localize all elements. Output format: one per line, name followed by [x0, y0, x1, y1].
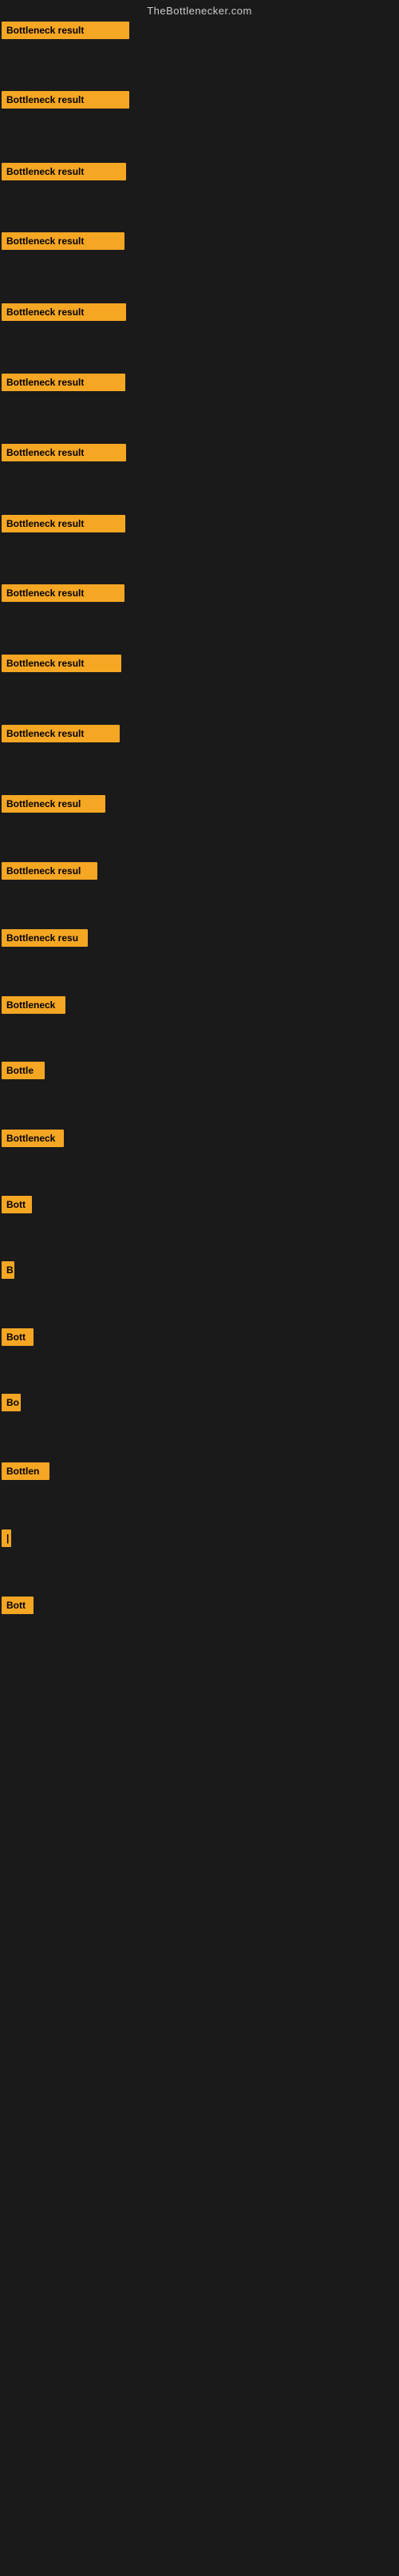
bottleneck-bar: B — [2, 1261, 14, 1279]
bottleneck-bar-row: Bottleneck result — [2, 22, 129, 43]
bottleneck-bar: Bottleneck result — [2, 91, 129, 109]
bottleneck-bar: Bottleneck result — [2, 22, 129, 39]
bottleneck-bar: Bottleneck result — [2, 444, 126, 461]
bottleneck-bar-row: Bottleneck result — [2, 444, 126, 465]
bottleneck-bar-row: Bottleneck result — [2, 232, 124, 254]
bottleneck-bar-row: Bottleneck result — [2, 163, 126, 184]
bottleneck-bar-row: Bottleneck — [2, 996, 65, 1018]
bars-container: Bottleneck result Bottleneck result Bottle… — [0, 22, 399, 2576]
bottleneck-bar: Bott — [2, 1328, 34, 1346]
bottleneck-bar: Bottleneck result — [2, 584, 124, 602]
bottleneck-bar: Bottle — [2, 1062, 45, 1079]
bottleneck-bar-row: Bott — [2, 1597, 34, 1618]
bottleneck-bar-row: Bottleneck — [2, 1130, 64, 1151]
bottleneck-bar-row: Bottleneck result — [2, 303, 126, 325]
bottleneck-bar-row: Bo — [2, 1394, 21, 1415]
bottleneck-bar: Bottleneck result — [2, 725, 120, 742]
bottleneck-bar: Bott — [2, 1597, 34, 1614]
bottleneck-bar: Bottleneck result — [2, 515, 125, 532]
bottleneck-bar: | — [2, 1529, 11, 1547]
bottleneck-bar: Bottleneck result — [2, 374, 125, 391]
bottleneck-bar-row: Bottleneck result — [2, 374, 125, 395]
bottleneck-bar-row: Bott — [2, 1196, 32, 1217]
bottleneck-bar-row: Bottleneck resu — [2, 929, 88, 951]
bottleneck-bar-row: Bottleneck result — [2, 515, 125, 536]
bottleneck-bar-row: Bottleneck result — [2, 91, 129, 113]
bottleneck-bar-row: Bottleneck result — [2, 584, 124, 606]
bottleneck-bar-row: Bottleneck resul — [2, 795, 105, 817]
bottleneck-bar: Bottleneck result — [2, 655, 121, 672]
bottleneck-bar-row: Bottleneck resul — [2, 862, 97, 884]
bottleneck-bar-row: B — [2, 1261, 14, 1283]
bottleneck-bar-row: Bottlen — [2, 1462, 49, 1484]
bottleneck-bar: Bottleneck result — [2, 232, 124, 250]
bottleneck-bar: Bottleneck resu — [2, 929, 88, 947]
bottleneck-bar: Bo — [2, 1394, 21, 1411]
bottleneck-bar: Bottleneck result — [2, 303, 126, 321]
bottleneck-bar: Bottleneck resul — [2, 795, 105, 813]
page-wrapper: TheBottlenecker.com Bottleneck resultBot… — [0, 0, 399, 2576]
site-title: TheBottlenecker.com — [0, 0, 399, 22]
bottleneck-bar-row: | — [2, 1529, 11, 1551]
bottleneck-bar-row: Bottleneck result — [2, 655, 121, 676]
bottleneck-bar: Bottleneck — [2, 1130, 64, 1147]
bottleneck-bar-row: Bottleneck result — [2, 725, 120, 746]
bottleneck-bar: Bottlen — [2, 1462, 49, 1480]
bottleneck-bar: Bott — [2, 1196, 32, 1213]
bottleneck-bar: Bottleneck — [2, 996, 65, 1014]
bottleneck-bar-row: Bott — [2, 1328, 34, 1350]
bottleneck-bar: Bottleneck resul — [2, 862, 97, 880]
bottleneck-bar: Bottleneck result — [2, 163, 126, 180]
bottleneck-bar-row: Bottle — [2, 1062, 45, 1083]
